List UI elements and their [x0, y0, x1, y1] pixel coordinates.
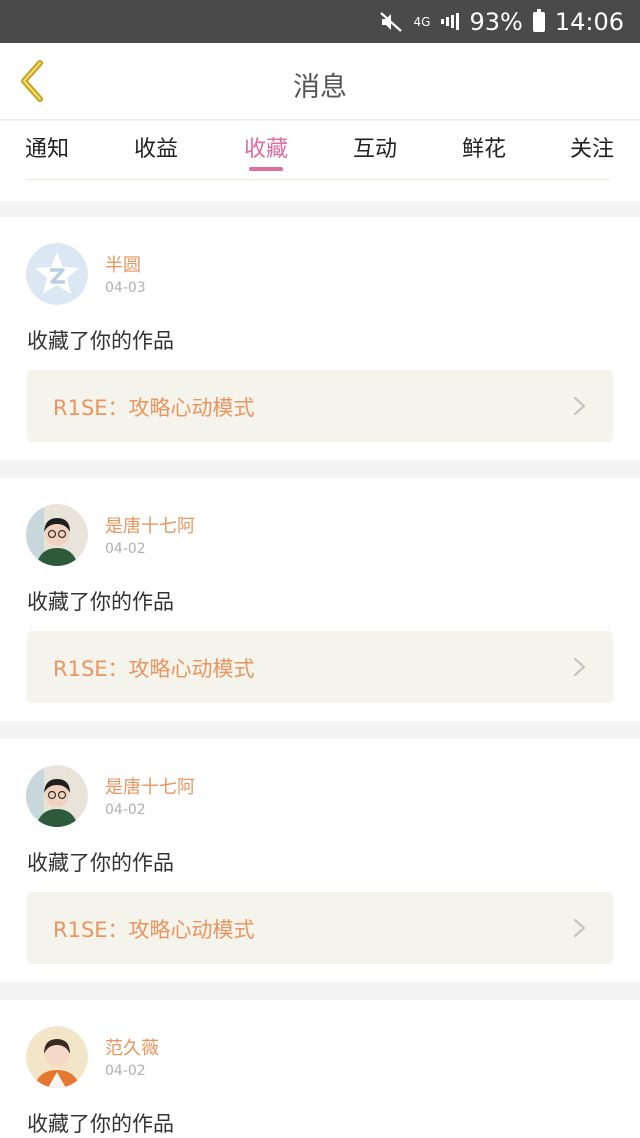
avatar[interactable]: [26, 765, 88, 827]
mute-icon: [379, 11, 403, 33]
tab-bar: 通知 收益 收藏 互动 鲜花 关注: [0, 121, 640, 201]
work-link[interactable]: R1SE：攻略心动模式: [27, 892, 613, 964]
action-text: 收藏了你的作品: [27, 1112, 174, 1136]
active-tab-indicator: [249, 167, 283, 171]
tabs-divider: [28, 179, 610, 180]
chevron-right-icon: [573, 657, 586, 677]
work-link[interactable]: R1SE：攻略心动模式: [27, 631, 613, 703]
list-item: 半圆 04-03 收藏了你的作品 R1SE：攻略心动模式: [0, 217, 640, 460]
signal-icon: [441, 12, 460, 32]
work-title: R1SE：攻略心动模式: [53, 657, 255, 681]
list-item: 是唐十七阿 04-02 收藏了你的作品 R1SE：攻略心动模式: [0, 478, 640, 721]
default-avatar-icon[interactable]: [26, 243, 88, 305]
work-title: R1SE：攻略心动模式: [53, 918, 255, 942]
app-header: 消息: [0, 43, 640, 120]
action-text: 收藏了你的作品: [27, 329, 174, 353]
list-item: 范久薇 04-02 收藏了你的作品: [0, 1000, 640, 1138]
post-date: 04-02: [105, 541, 146, 557]
tab-follows[interactable]: 关注: [552, 131, 632, 163]
tab-earnings[interactable]: 收益: [116, 131, 196, 163]
list-item: 是唐十七阿 04-02 收藏了你的作品 R1SE：攻略心动模式: [0, 739, 640, 982]
post-date: 04-03: [105, 280, 146, 296]
page-title: 消息: [293, 72, 347, 103]
chevron-right-icon: [573, 918, 586, 938]
4g-icon: 4G: [413, 14, 431, 29]
post-date: 04-02: [105, 802, 146, 818]
battery-icon: [532, 8, 545, 32]
user-name[interactable]: 范久薇: [105, 1034, 159, 1060]
user-name[interactable]: 是唐十七阿: [105, 773, 195, 799]
tab-flowers[interactable]: 鲜花: [444, 131, 524, 163]
status-time: 14:06: [554, 7, 624, 36]
avatar[interactable]: [26, 1026, 88, 1088]
tab-notifications[interactable]: 通知: [7, 131, 87, 163]
post-date: 04-02: [105, 1063, 146, 1079]
user-name[interactable]: 半圆: [105, 251, 141, 277]
tab-interactions[interactable]: 互动: [335, 131, 415, 163]
tab-favorites[interactable]: 收藏: [226, 131, 306, 163]
battery-percent: 93%: [469, 7, 523, 36]
chevron-right-icon: [573, 396, 586, 416]
action-text: 收藏了你的作品: [27, 590, 174, 614]
action-text: 收藏了你的作品: [27, 851, 174, 875]
status-bar: 4G 93% 14:06: [0, 0, 640, 43]
user-name[interactable]: 是唐十七阿: [105, 512, 195, 538]
work-title: R1SE：攻略心动模式: [53, 396, 255, 420]
work-link[interactable]: R1SE：攻略心动模式: [27, 370, 613, 442]
avatar[interactable]: [26, 504, 88, 566]
